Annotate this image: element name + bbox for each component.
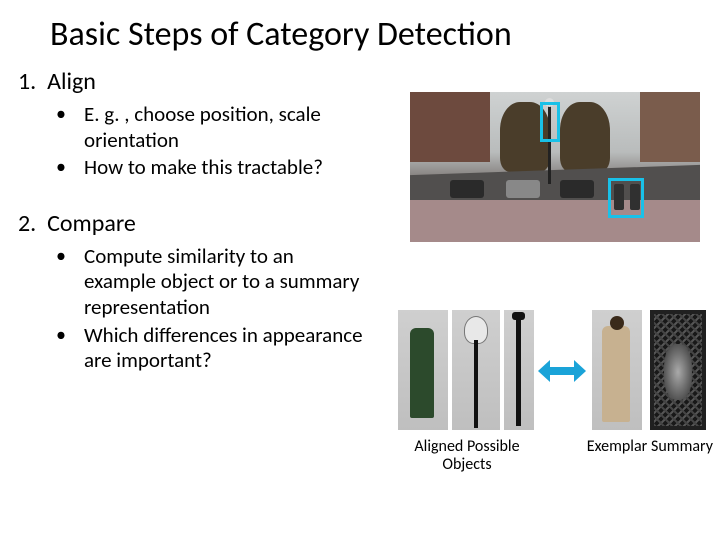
detection-box (540, 102, 560, 142)
caption-summary: Summary (650, 438, 714, 456)
caption-aligned: Aligned Possible Objects (392, 438, 542, 475)
detection-box (608, 178, 644, 218)
bullet: E. g. , choose position, scale orientati… (56, 102, 360, 155)
caption-exemplar: Exemplar (584, 438, 650, 456)
bullet: How to make this tractable? (56, 155, 360, 183)
summary-thumb (650, 310, 706, 430)
section-1-label: Align (47, 67, 96, 96)
aligned-object-thumb (398, 310, 448, 430)
section-2-bullets: Compute similarity to an example object … (0, 244, 370, 376)
comparison-row: Aligned Possible Objects Exemplar Summar… (398, 310, 718, 480)
slide-title: Basic Steps of Category Detection (0, 0, 720, 63)
exemplar-thumb (592, 310, 642, 430)
bullet: Compute similarity to an example object … (56, 244, 370, 323)
bullet: Which differences in appearance are impo… (56, 323, 370, 376)
section-2-label: Compare (47, 209, 136, 238)
section-1-bullets: E. g. , choose position, scale orientati… (0, 102, 360, 183)
aligned-object-thumb (504, 310, 534, 430)
section-2-number: 2. (18, 209, 36, 238)
section-1-number: 1. (18, 67, 36, 96)
aligned-object-thumb (452, 310, 500, 430)
double-arrow-icon (538, 360, 586, 382)
street-scene-image (410, 92, 700, 242)
